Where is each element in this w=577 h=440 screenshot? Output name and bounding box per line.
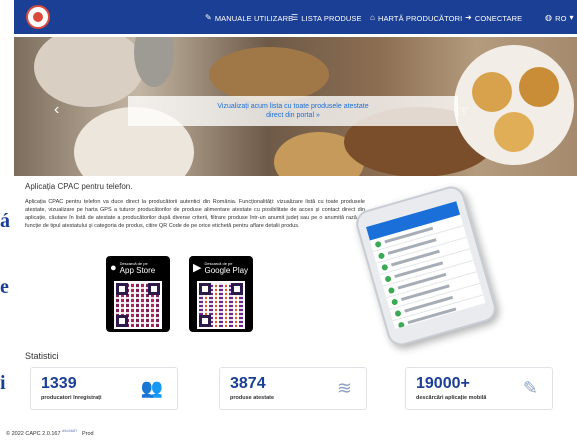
stat-label: descărcări aplicație mobilă: [416, 395, 487, 401]
nav-product-list[interactable]: ☰ LISTA PRODUSE: [291, 11, 362, 25]
top-navbar: ✎ MANUALE UTILIZARE ☰ LISTA PRODUSE ⌂ HA…: [14, 0, 577, 34]
stat-label: produse atestate: [230, 395, 275, 401]
google-play-qr-code: [197, 281, 245, 329]
footer-env: Prod: [82, 430, 94, 437]
hero-caption-link[interactable]: Vizualizați acum lista cu toate produsel…: [128, 96, 458, 126]
play-icon: ▶: [193, 261, 202, 274]
app-section-title: Aplicația CPAC pentru telefon.: [25, 182, 133, 191]
list-icon: ☰: [291, 13, 299, 22]
edge-letter: á: [0, 210, 10, 232]
stats-title: Statistici: [25, 351, 59, 361]
stat-value: 1339: [41, 375, 77, 392]
hero-bg-shape: [209, 47, 329, 102]
edge-letter: i: [0, 372, 6, 394]
users-icon: 👥: [140, 378, 163, 398]
book-icon: ✎: [205, 13, 212, 22]
qr-corner: [116, 315, 128, 327]
hero-caption-line2: direct din portal »: [266, 112, 320, 119]
nav-producer-map[interactable]: ⌂ HARTĂ PRODUCĂTORI: [370, 11, 462, 25]
hero-bg-shape: [519, 67, 559, 107]
stat-card-producers: 1339 producatori înregistrați 👥: [30, 367, 178, 410]
phone-screen: [365, 201, 486, 329]
app-store-qr-code: [114, 281, 162, 329]
edge-letter: e: [0, 276, 9, 298]
map-pin-icon: ⌂: [370, 13, 375, 22]
app-section-description: Aplicația CPAC pentru telefon va duce di…: [25, 199, 365, 229]
footer-copyright: © 2022 CAPC 2.0.167: [6, 430, 61, 437]
hero-carousel: ‹ Vizualizați acum lista cu toate produs…: [14, 37, 577, 176]
app-store-badge: ● Descarcă de pe App Store: [110, 259, 166, 277]
stat-value: 19000+: [416, 375, 470, 392]
hero-bg-shape: [494, 112, 534, 152]
food-plate-icon: ≋: [336, 378, 352, 398]
logo-icon[interactable]: [26, 5, 50, 29]
qr-corner: [231, 283, 243, 295]
carousel-prev-icon[interactable]: ‹: [54, 101, 59, 119]
nav-language[interactable]: ◍ RO ▾: [545, 11, 574, 25]
footer-build[interactable]: d6c6687: [62, 428, 77, 433]
app-store-button[interactable]: ● Descarcă de pe App Store: [106, 256, 170, 332]
hero-caption-line1: Vizualizați acum lista cu toate produsel…: [217, 103, 369, 110]
caret-down-icon: ▾: [569, 13, 574, 22]
google-play-text: Descarcă de pe Google Play: [204, 261, 248, 275]
hero-bg-shape: [472, 72, 512, 112]
phone-mockup-image: [352, 183, 500, 349]
nav-manuals[interactable]: ✎ MANUALE UTILIZARE: [205, 11, 293, 25]
google-play-button[interactable]: ▶ Descarcă de pe Google Play: [189, 256, 253, 332]
globe-icon: ◍: [545, 13, 553, 22]
login-icon: ➜: [465, 13, 472, 22]
apple-icon: ●: [110, 261, 117, 274]
app-store-big: App Store: [119, 266, 156, 275]
google-play-big: Google Play: [204, 266, 249, 275]
qr-corner: [148, 283, 160, 295]
app-store-text: Descarcă de pe App Store: [120, 261, 156, 275]
nav-login[interactable]: ➜ CONECTARE: [465, 11, 522, 25]
stat-label: producatori înregistrați: [41, 395, 102, 401]
stat-value: 3874: [230, 375, 266, 392]
footer: © 2022 CAPC 2.0.167 d6c6687 Prod: [6, 428, 94, 437]
stat-card-downloads: 19000+ descărcări aplicație mobilă ✎: [405, 367, 553, 410]
carousel-next-icon[interactable]: ☞: [456, 101, 470, 121]
qr-corner: [199, 315, 211, 327]
edit-icon: ✎: [522, 378, 538, 398]
google-play-badge: ▶ Descarcă de pe Google Play: [193, 259, 249, 277]
qr-corner: [199, 283, 211, 295]
qr-corner: [116, 283, 128, 295]
stat-card-products: 3874 produse atestate ≋: [219, 367, 367, 410]
